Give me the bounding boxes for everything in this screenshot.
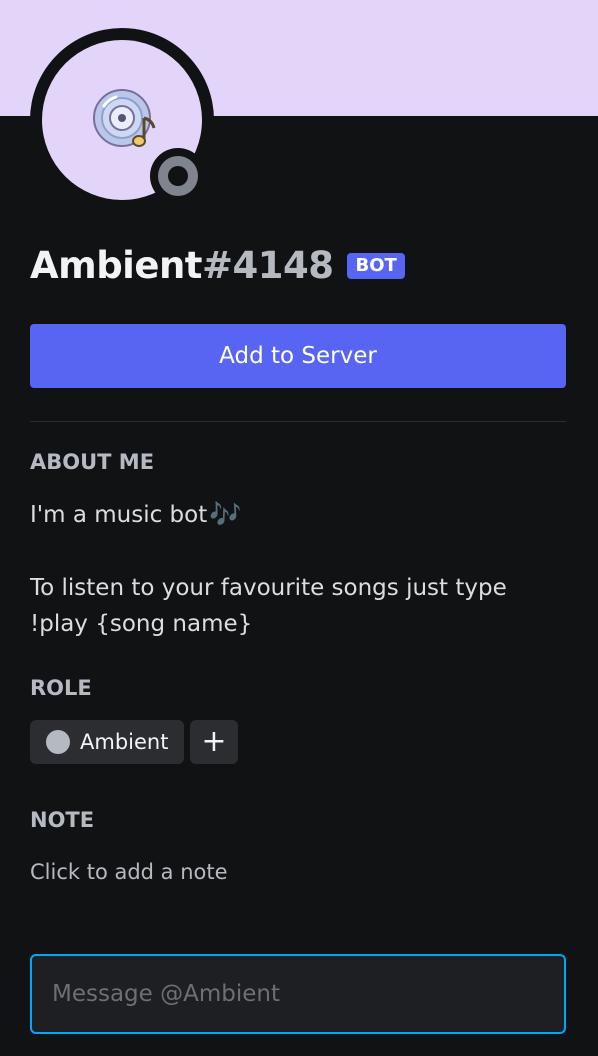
discriminator: #4148 <box>201 244 334 287</box>
bot-badge: BOT <box>347 252 405 279</box>
username: Ambient <box>30 244 202 287</box>
music-notes-emoji: 🎶 <box>209 500 242 530</box>
note-heading: NOTE <box>30 808 95 832</box>
profile-card: Ambient #4148 BOT Add to Server ABOUT ME… <box>0 0 598 1056</box>
message-input[interactable] <box>30 954 566 1034</box>
role-name: Ambient <box>80 730 169 754</box>
role-heading: ROLE <box>30 676 92 700</box>
add-role-button[interactable]: + <box>190 720 238 764</box>
status-indicator <box>150 148 206 204</box>
about-me-line: I'm a music bot 🎶 <box>30 500 242 530</box>
avatar-ring <box>30 28 214 212</box>
about-me-paragraph: To listen to your favourite songs just t… <box>30 575 507 637</box>
offline-status-icon <box>158 156 198 196</box>
add-to-server-button[interactable]: Add to Server <box>30 324 566 388</box>
music-disc-icon <box>93 89 156 147</box>
role-color-dot <box>46 730 70 754</box>
divider <box>30 421 566 422</box>
add-note-field[interactable]: Click to add a note <box>30 860 228 884</box>
role-pill[interactable]: Ambient <box>30 720 185 764</box>
name-row: Ambient #4148 BOT <box>30 244 405 287</box>
about-me-heading: ABOUT ME <box>30 450 155 474</box>
about-me-text: I'm a music bot <box>30 502 208 528</box>
